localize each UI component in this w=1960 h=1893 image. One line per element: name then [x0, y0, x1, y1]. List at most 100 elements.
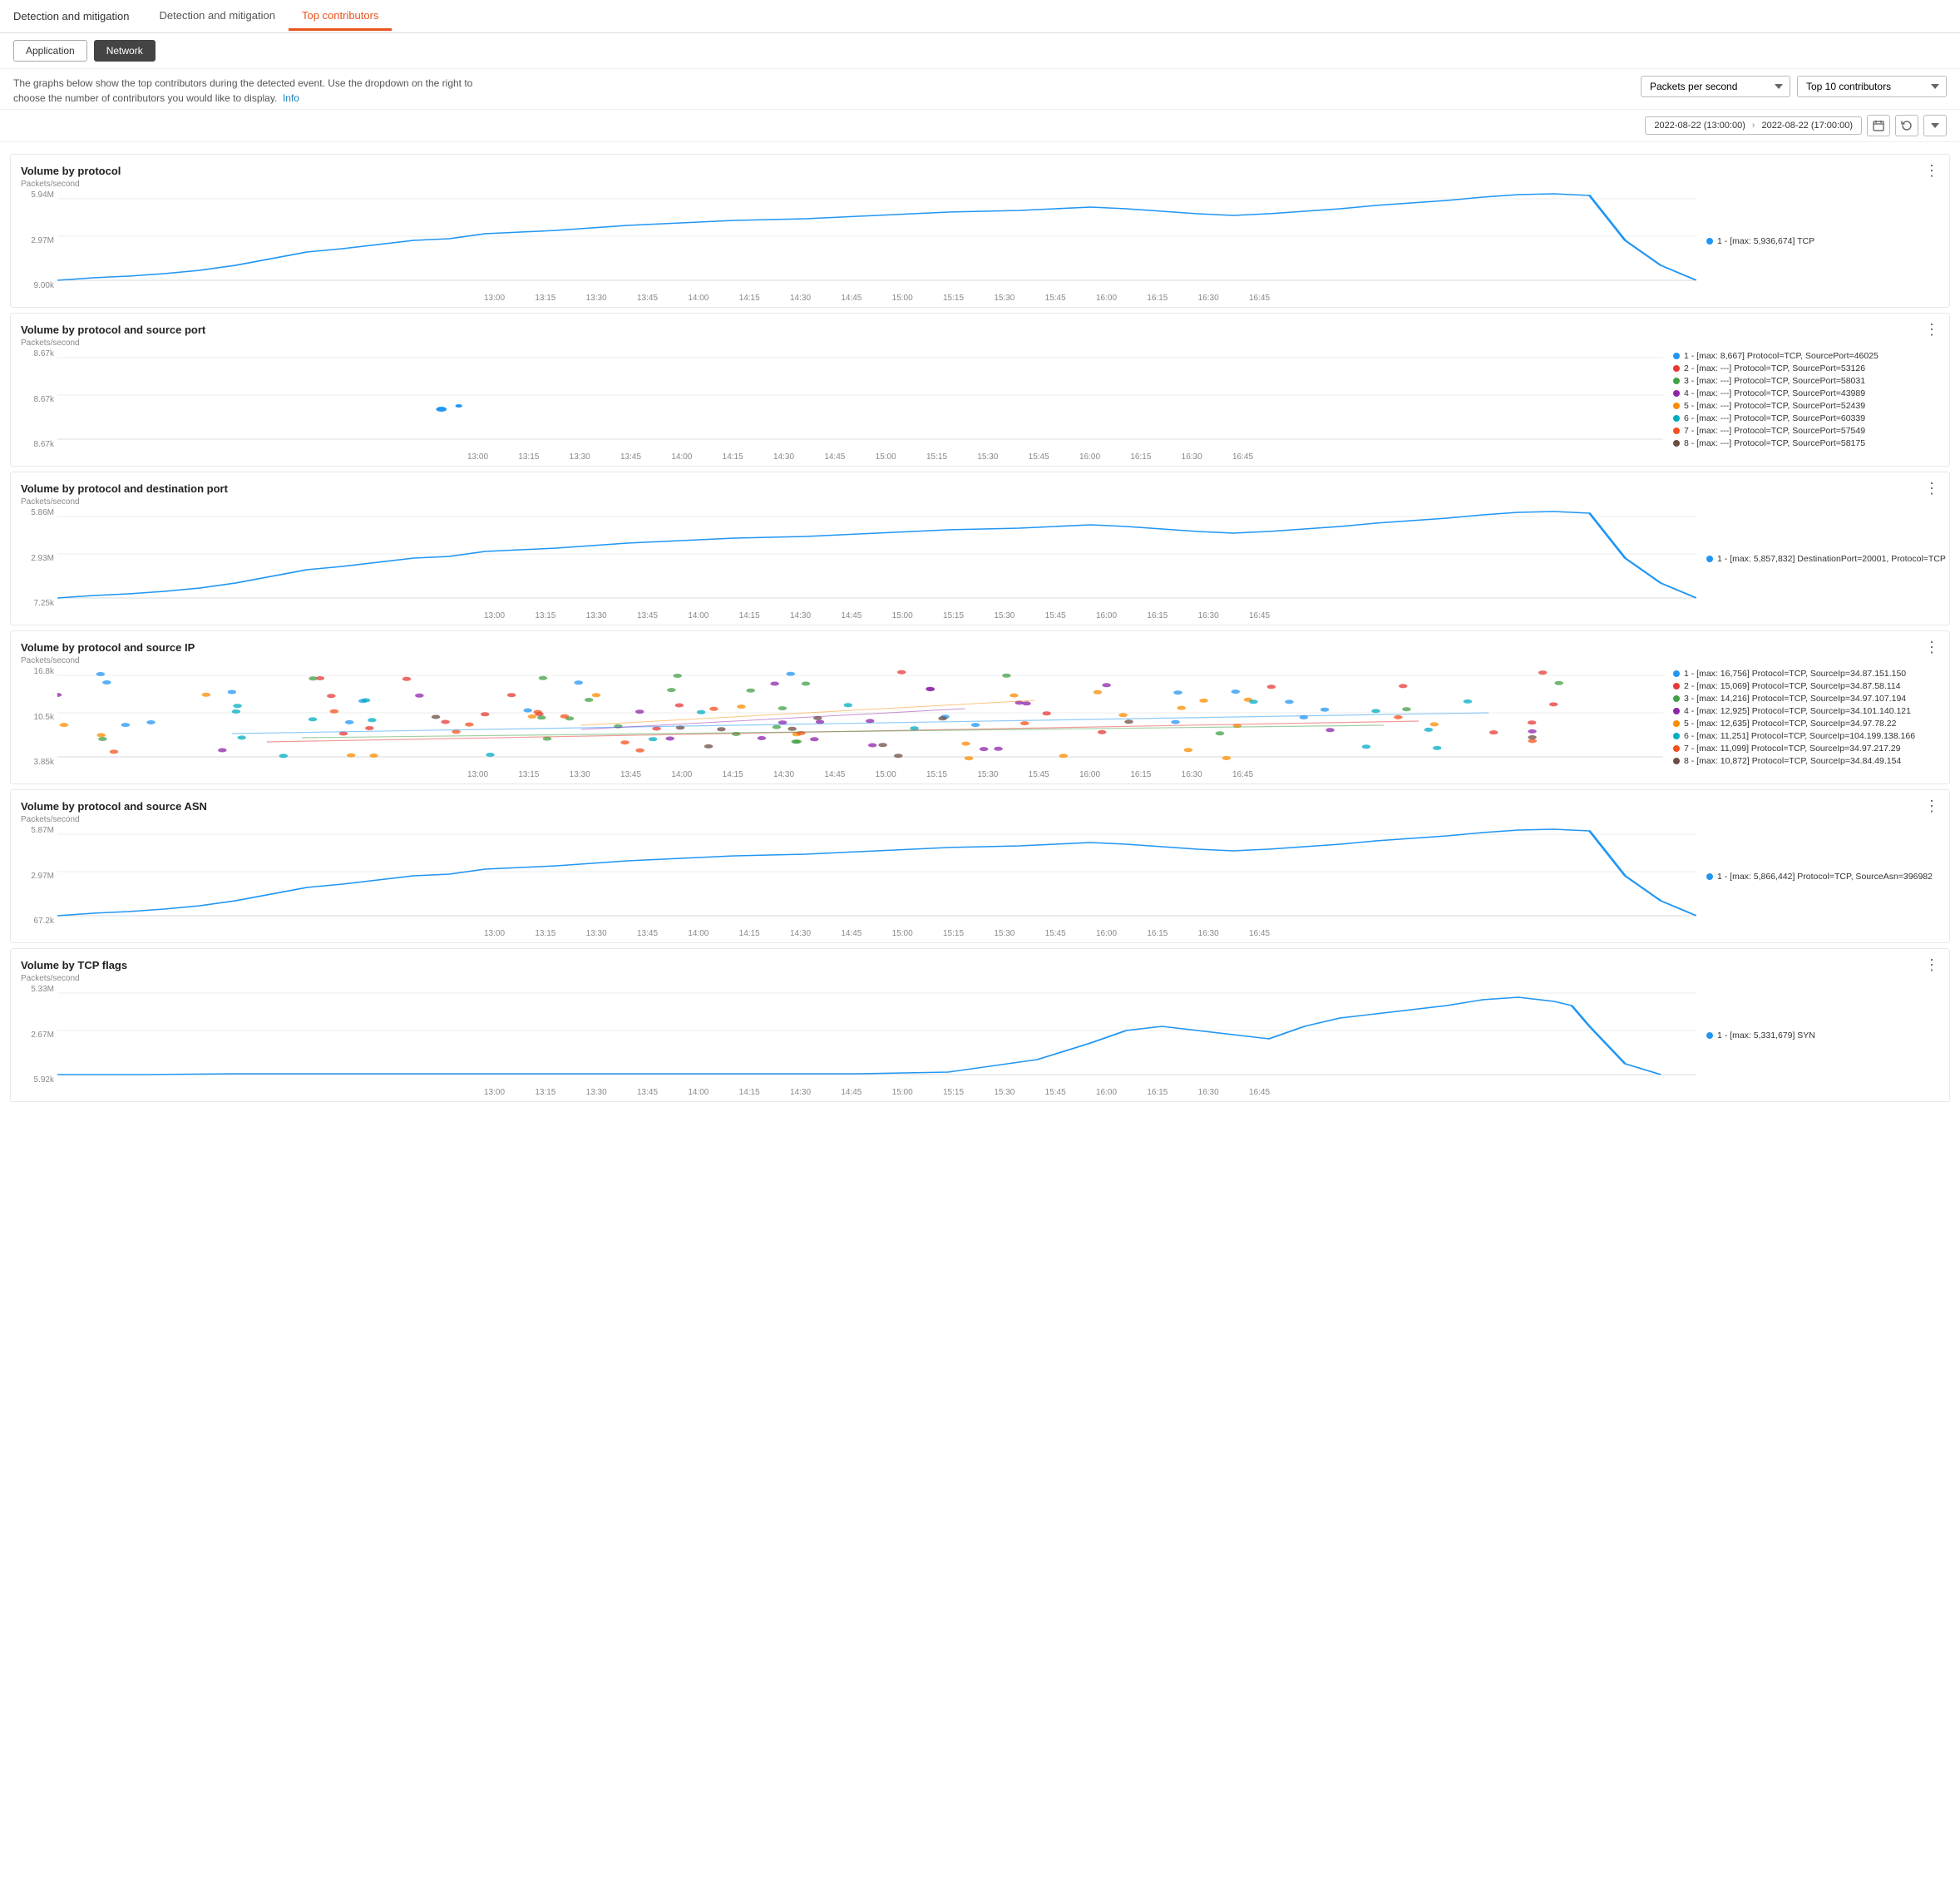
svg-text:14:45: 14:45: [841, 294, 862, 302]
svg-text:14:15: 14:15: [723, 452, 743, 461]
legend-item: 7 - [max: 11,099] Protocol=TCP, SourceIp…: [1673, 744, 1939, 754]
calendar-icon-btn[interactable]: [1867, 115, 1890, 136]
legend-text: 4 - [max: 12,925] Protocol=TCP, SourceIp…: [1684, 706, 1911, 716]
legend-text: 8 - [max: 10,872] Protocol=TCP, SourceIp…: [1684, 756, 1901, 766]
chart-section-volume-by-protocol-source-port: Volume by protocol and source port ⋮ Pac…: [10, 313, 1950, 467]
legend-dot: [1706, 238, 1713, 245]
chart-main: Packets/second 5.86M2.93M7.25k 13:0013:1…: [21, 497, 1696, 620]
legend-text: 8 - [max: ---] Protocol=TCP, SourcePort=…: [1684, 438, 1865, 448]
legend-item: 1 - [max: 5,857,832] DestinationPort=200…: [1706, 554, 1939, 564]
sub-tab-application[interactable]: Application: [13, 40, 87, 62]
svg-text:13:00: 13:00: [467, 452, 488, 461]
svg-text:13:30: 13:30: [586, 929, 607, 937]
svg-text:16:30: 16:30: [1182, 452, 1202, 461]
svg-text:15:45: 15:45: [1045, 611, 1066, 620]
svg-text:16:00: 16:00: [1079, 770, 1100, 778]
legend-dot: [1673, 683, 1680, 689]
sub-tab-network[interactable]: Network: [94, 40, 156, 62]
svg-text:13:30: 13:30: [570, 770, 590, 778]
legend-dot: [1673, 670, 1680, 677]
svg-text:16:45: 16:45: [1232, 452, 1253, 461]
svg-text:15:45: 15:45: [1029, 452, 1049, 461]
legend-text: 1 - [max: 16,756] Protocol=TCP, SourceIp…: [1684, 669, 1906, 679]
svg-text:13:45: 13:45: [637, 1088, 658, 1096]
svg-text:13:30: 13:30: [586, 611, 607, 620]
svg-text:13:30: 13:30: [586, 294, 607, 302]
legend-dot: [1673, 720, 1680, 727]
chart-legend: 1 - [max: 8,667] Protocol=TCP, SourcePor…: [1673, 339, 1939, 461]
chart-svg: [57, 985, 1696, 1085]
chart-svg: [57, 667, 1663, 767]
chart-main: Packets/second 5.33M2.67M5.92k 13:0013:1…: [21, 974, 1696, 1096]
legend-text: 1 - [max: 5,857,832] DestinationPort=200…: [1717, 554, 1946, 564]
svg-text:16:30: 16:30: [1198, 1088, 1219, 1096]
refresh-icon-btn[interactable]: [1895, 115, 1918, 136]
contributors-dropdown[interactable]: Top 5 contributors Top 10 contributors T…: [1797, 76, 1947, 97]
svg-text:16:45: 16:45: [1249, 929, 1270, 937]
svg-text:16:45: 16:45: [1249, 611, 1270, 620]
chart-legend: 1 - [max: 5,936,674] TCP: [1706, 180, 1939, 302]
svg-text:15:00: 15:00: [892, 1088, 913, 1096]
legend-dot: [1706, 1032, 1713, 1039]
chart-menu-icon[interactable]: ⋮: [1924, 957, 1939, 972]
svg-text:13:15: 13:15: [535, 1088, 555, 1096]
tab-top-contributors[interactable]: Top contributors: [289, 2, 392, 31]
header-bar: Detection and mitigation Detection and m…: [0, 0, 1960, 33]
chevron-down-icon-btn[interactable]: [1923, 115, 1947, 136]
legend-text: 5 - [max: 12,635] Protocol=TCP, SourceIp…: [1684, 719, 1896, 729]
legend-dot: [1673, 428, 1680, 434]
tab-bar: Detection and mitigation Top contributor…: [146, 2, 392, 31]
chart-menu-icon[interactable]: ⋮: [1924, 481, 1939, 496]
legend-text: 1 - [max: 5,331,679] SYN: [1717, 1031, 1815, 1040]
info-link[interactable]: Info: [283, 92, 299, 104]
legend-dot: [1673, 390, 1680, 397]
legend-text: 3 - [max: 14,216] Protocol=TCP, SourceIp…: [1684, 694, 1906, 704]
legend-text: 7 - [max: ---] Protocol=TCP, SourcePort=…: [1684, 426, 1865, 436]
chart-main: Packets/second 5.94M2.97M9.00k 13:0013:1…: [21, 180, 1696, 302]
legend-text: 1 - [max: 8,667] Protocol=TCP, SourcePor…: [1684, 351, 1879, 361]
chart-main: Packets/second 16.8k10.5k3.85k 13:0013:1…: [21, 656, 1663, 778]
svg-text:13:45: 13:45: [620, 452, 641, 461]
svg-text:16:30: 16:30: [1182, 770, 1202, 778]
chart-menu-icon[interactable]: ⋮: [1924, 640, 1939, 655]
svg-text:14:15: 14:15: [739, 1088, 760, 1096]
svg-text:14:30: 14:30: [790, 611, 811, 620]
legend-item: 2 - [max: 15,069] Protocol=TCP, SourceIp…: [1673, 681, 1939, 691]
chart-menu-icon[interactable]: ⋮: [1924, 798, 1939, 813]
svg-text:16:30: 16:30: [1198, 294, 1219, 302]
legend-item: 8 - [max: ---] Protocol=TCP, SourcePort=…: [1673, 438, 1939, 448]
chart-section-volume-by-tcp-flags: Volume by TCP flags ⋮ Packets/second 5.3…: [10, 948, 1950, 1102]
svg-text:16:15: 16:15: [1147, 294, 1168, 302]
chart-title: Volume by TCP flags: [21, 959, 127, 971]
legend-text: 6 - [max: 11,251] Protocol=TCP, SourceIp…: [1684, 731, 1915, 741]
chart-legend: 1 - [max: 5,331,679] SYN: [1706, 974, 1939, 1096]
svg-text:14:15: 14:15: [739, 611, 760, 620]
chart-title: Volume by protocol and destination port: [21, 482, 228, 495]
svg-text:14:30: 14:30: [790, 929, 811, 937]
svg-text:14:45: 14:45: [841, 611, 862, 620]
charts-container: Volume by protocol ⋮ Packets/second 5.94…: [0, 142, 1960, 1893]
chart-legend: 1 - [max: 5,866,442] Protocol=TCP, Sourc…: [1706, 815, 1939, 937]
legend-dot: [1673, 695, 1680, 702]
svg-text:14:45: 14:45: [841, 929, 862, 937]
chart-menu-icon[interactable]: ⋮: [1924, 163, 1939, 178]
legend-dot: [1673, 415, 1680, 422]
svg-text:14:30: 14:30: [773, 770, 794, 778]
date-end: 2022-08-22 (17:00:00): [1762, 121, 1853, 131]
svg-text:13:45: 13:45: [637, 611, 658, 620]
svg-text:14:00: 14:00: [688, 929, 708, 937]
y-axis-label: Packets/second: [21, 974, 1696, 983]
svg-text:14:00: 14:00: [671, 452, 692, 461]
svg-text:15:45: 15:45: [1045, 929, 1066, 937]
x-axis-labels: 13:0013:1513:3013:4514:0014:1514:3014:45…: [57, 1085, 1696, 1096]
svg-text:16:30: 16:30: [1198, 929, 1219, 937]
y-axis-label: Packets/second: [21, 815, 1696, 824]
legend-item: 6 - [max: 11,251] Protocol=TCP, SourceIp…: [1673, 731, 1939, 741]
tab-detection[interactable]: Detection and mitigation: [146, 2, 288, 31]
svg-text:15:15: 15:15: [943, 1088, 964, 1096]
legend-text: 1 - [max: 5,866,442] Protocol=TCP, Sourc…: [1717, 872, 1933, 882]
svg-text:13:45: 13:45: [637, 929, 658, 937]
metric-dropdown[interactable]: Packets per second Bits per second Flows…: [1641, 76, 1790, 97]
svg-text:14:45: 14:45: [824, 770, 845, 778]
chart-menu-icon[interactable]: ⋮: [1924, 322, 1939, 337]
